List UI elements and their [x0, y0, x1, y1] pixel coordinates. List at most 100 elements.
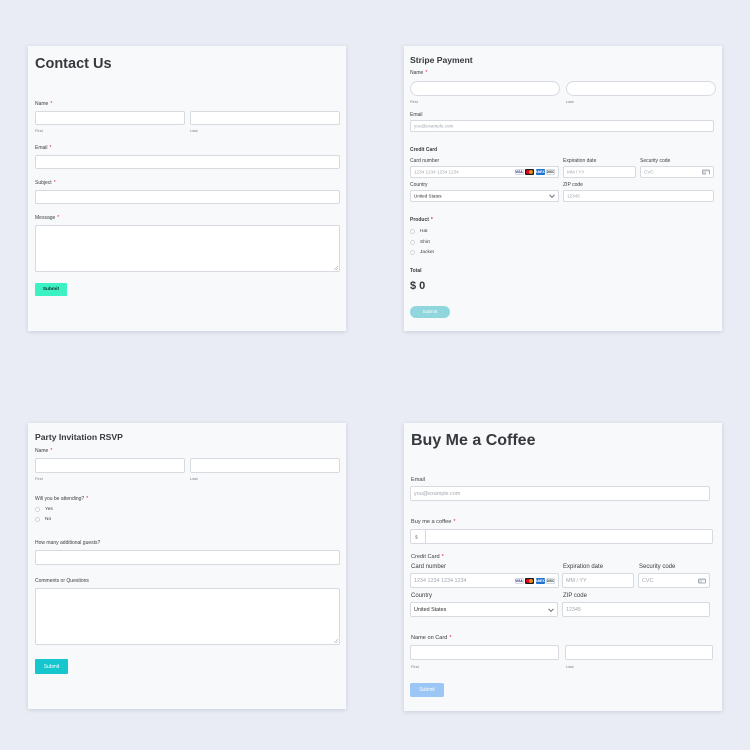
- stripe-last-name-input[interactable]: [566, 81, 716, 96]
- party-comments-textarea[interactable]: [35, 588, 340, 645]
- party-last-name-input[interactable]: [190, 458, 340, 473]
- stripe-credit-card-heading: Credit Card: [410, 147, 438, 153]
- stripe-card-number-label: Card number: [410, 158, 440, 164]
- coffee-amount-input[interactable]: $: [410, 529, 713, 544]
- coffee-email-input[interactable]: you@example.com: [410, 486, 710, 501]
- coffee-card: Buy Me a Coffee Email you@example.com Bu…: [404, 423, 722, 711]
- stripe-total-value: $ 0: [410, 280, 426, 292]
- attending-option-yes[interactable]: Yes: [35, 507, 53, 512]
- coffee-credit-card-label: Credit Card *: [411, 554, 444, 560]
- radio-button[interactable]: [410, 229, 415, 234]
- stripe-product-label: Product *: [410, 217, 433, 223]
- radio-button[interactable]: [410, 250, 415, 255]
- radio-button[interactable]: [35, 517, 40, 522]
- chevron-down-icon: [548, 605, 554, 612]
- contact-email-input[interactable]: [35, 155, 340, 169]
- visa-icon: VISA: [514, 577, 524, 584]
- discover-icon: DISC: [546, 577, 555, 584]
- contact-first-name-input[interactable]: [35, 111, 185, 125]
- stripe-zip-input[interactable]: 12345: [563, 190, 714, 202]
- stripe-expiration-label: Expiration date: [563, 158, 597, 164]
- party-first-name-input[interactable]: [35, 458, 185, 473]
- discover-icon: DISC: [546, 169, 555, 175]
- party-name-label: Name *: [35, 448, 53, 454]
- stripe-first-name-input[interactable]: [410, 81, 560, 96]
- stripe-zip-label: ZIP code: [563, 182, 583, 188]
- resize-grip-icon[interactable]: [334, 639, 338, 643]
- product-option-jacket[interactable]: Jacket: [410, 250, 434, 255]
- party-first-sublabel: First: [35, 476, 43, 481]
- stripe-total-label: Total: [410, 268, 422, 274]
- coffee-zip-input[interactable]: 12345: [562, 602, 710, 617]
- stripe-last-sublabel: Last: [566, 99, 574, 104]
- mastercard-icon: [525, 577, 534, 584]
- stripe-security-input[interactable]: CVC: [640, 166, 714, 178]
- party-attending-label: Will you be attending? *: [35, 496, 89, 502]
- coffee-submit-button[interactable]: Submit: [410, 683, 444, 697]
- contact-message-textarea[interactable]: [35, 225, 340, 272]
- coffee-email-label: Email: [411, 477, 425, 483]
- product-option-shirt[interactable]: Shirt: [410, 240, 430, 245]
- contact-submit-button[interactable]: Submit: [35, 283, 67, 296]
- card-brand-icons: VISA AMEX DISC: [514, 169, 555, 175]
- currency-prefix: $: [415, 534, 418, 539]
- coffee-expiration-input[interactable]: MM / YY: [562, 573, 634, 588]
- coffee-card-number-label: Card number: [411, 564, 447, 570]
- stripe-country-select[interactable]: United States: [410, 190, 559, 202]
- coffee-title: Buy Me a Coffee: [411, 432, 536, 449]
- card-brand-icons: VISA AMEX DISC: [514, 577, 555, 584]
- coffee-first-sublabel: First: [411, 664, 419, 669]
- contact-first-sublabel: First: [35, 128, 43, 133]
- stripe-name-label: Name *: [410, 70, 428, 76]
- stripe-security-label: Security code: [640, 158, 671, 164]
- stripe-email-input[interactable]: you@example.com: [410, 120, 714, 132]
- party-title: Party Invitation RSVP: [35, 432, 123, 442]
- amex-icon: AMEX: [535, 577, 545, 584]
- coffee-expiration-label: Expiration date: [563, 564, 604, 570]
- coffee-security-label: Security code: [639, 564, 676, 570]
- coffee-zip-label: ZIP code: [563, 593, 587, 599]
- contact-last-sublabel: Last: [190, 128, 198, 133]
- product-option-hat[interactable]: Hat: [410, 229, 427, 234]
- stripe-expiration-input[interactable]: MM / YY: [563, 166, 636, 178]
- contact-last-name-input[interactable]: [190, 111, 340, 125]
- party-guests-input[interactable]: [35, 550, 340, 565]
- coffee-security-input[interactable]: CVC: [638, 573, 710, 588]
- visa-icon: VISA: [514, 169, 524, 175]
- contact-title: Contact Us: [35, 56, 112, 72]
- contact-email-label: Email *: [35, 145, 52, 151]
- coffee-amount-label: Buy me a coffee *: [411, 519, 456, 525]
- cvc-card-icon: [702, 169, 710, 175]
- chevron-down-icon: [549, 192, 555, 199]
- coffee-name-on-card-label: Name on Card *: [411, 635, 452, 641]
- radio-button[interactable]: [410, 240, 415, 245]
- attending-option-no[interactable]: No: [35, 517, 51, 522]
- party-guests-label: How many additional guests?: [35, 540, 101, 546]
- coffee-last-sublabel: Last: [566, 664, 574, 669]
- coffee-country-label: Country: [411, 593, 433, 599]
- resize-grip-icon[interactable]: [334, 266, 338, 270]
- coffee-country-select[interactable]: United States: [410, 602, 558, 617]
- contact-subject-input[interactable]: [35, 190, 340, 204]
- contact-message-label: Message *: [35, 215, 60, 221]
- coffee-card-number-input[interactable]: 1234 1234 1234 1234 VISA AMEX DISC: [410, 573, 559, 588]
- stripe-payment-card: Stripe Payment Name * First Last Email yo…: [404, 46, 722, 331]
- radio-button[interactable]: [35, 507, 40, 512]
- amex-icon: AMEX: [535, 169, 545, 175]
- contact-subject-label: Subject *: [35, 180, 56, 186]
- cvc-card-icon: [698, 578, 706, 583]
- coffee-first-name-input[interactable]: [410, 645, 559, 660]
- party-rsvp-card: Party Invitation RSVP Name * First Last W…: [28, 423, 346, 709]
- stripe-first-sublabel: First: [410, 99, 418, 104]
- stripe-country-label: Country: [410, 182, 428, 188]
- coffee-last-name-input[interactable]: [565, 645, 713, 660]
- contact-form-card: Contact Us Name * First Last Email * Subje…: [28, 46, 346, 331]
- party-last-sublabel: Last: [190, 476, 198, 481]
- party-comments-label: Comments or Questions: [35, 578, 89, 584]
- stripe-email-label: Email: [410, 112, 423, 118]
- stripe-title: Stripe Payment: [410, 55, 473, 65]
- stripe-card-number-input[interactable]: 1234 1234 1234 1234 VISA AMEX DISC: [410, 166, 559, 178]
- stripe-submit-button[interactable]: Submit: [410, 306, 450, 318]
- mastercard-icon: [525, 169, 534, 175]
- party-submit-button[interactable]: Submit: [35, 659, 68, 674]
